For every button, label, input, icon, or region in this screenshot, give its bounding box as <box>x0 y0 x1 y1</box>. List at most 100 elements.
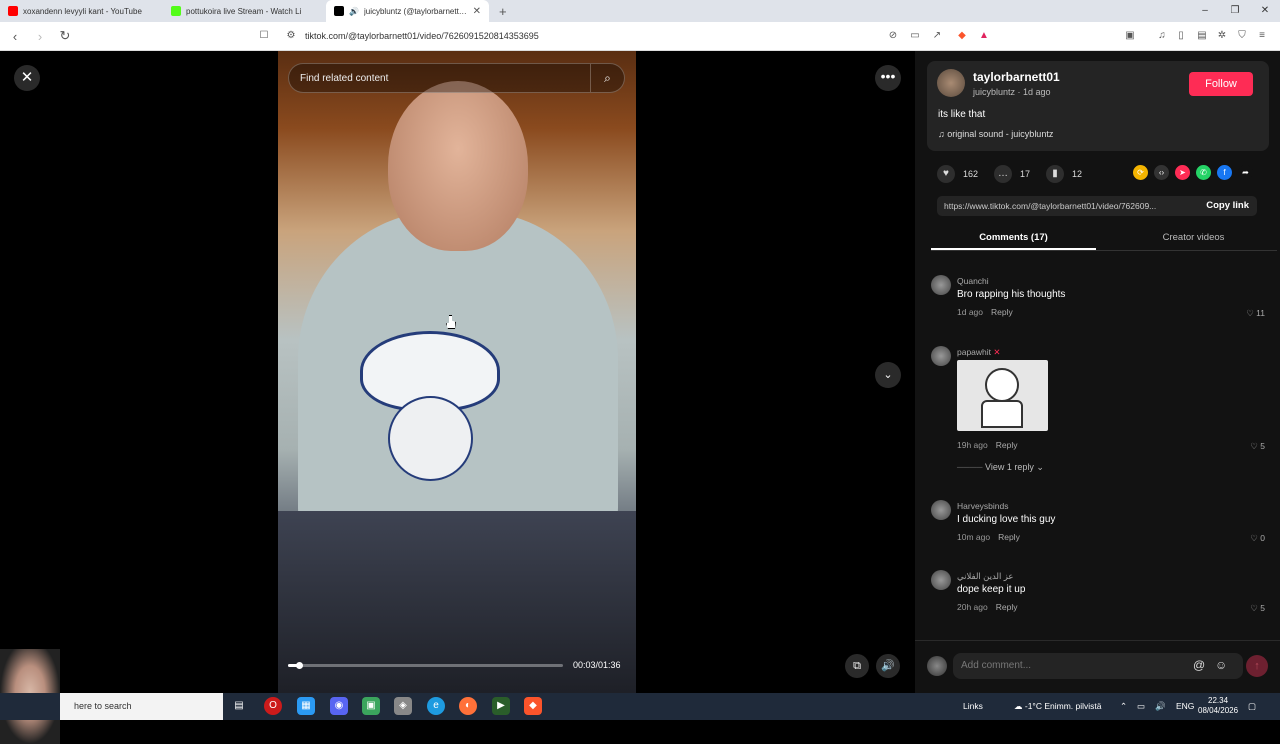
wallet-icon[interactable]: ▤ <box>1196 30 1208 42</box>
extensions-icon[interactable]: ✲ <box>1216 30 1228 42</box>
video-link[interactable]: https://www.tiktok.com/@taylorbarnett01/… <box>944 201 1189 211</box>
commenter-avatar[interactable] <box>931 570 951 590</box>
more-options-button[interactable]: ••• <box>875 65 901 91</box>
comment-sticker-image[interactable] <box>957 360 1048 431</box>
engagement-stats: ♥ 162 … 17 ▮ 12 <box>937 164 1090 184</box>
close-tab-icon[interactable]: ✕ <box>473 6 481 17</box>
reload-icon[interactable]: ↻ <box>55 28 75 44</box>
new-tab-button[interactable]: + <box>489 4 517 19</box>
maximize-button[interactable]: ❐ <box>1220 0 1250 22</box>
whatsapp-icon[interactable]: ✆ <box>1196 165 1211 180</box>
cast-icon[interactable]: ▭ <box>909 30 921 42</box>
embed-icon[interactable]: ‹› <box>1154 165 1169 180</box>
site-info-icon[interactable]: ⚙ <box>285 30 297 42</box>
emoji-icon[interactable]: ☺ <box>1215 658 1227 672</box>
browser-tab-kick[interactable]: pottukoira live Stream - Watch Li <box>163 0 326 22</box>
share-icon[interactable]: ↗ <box>931 30 943 42</box>
translate-icon[interactable]: ⊘ <box>887 30 899 42</box>
app-icon[interactable]: ▣ <box>362 697 380 715</box>
related-search-box[interactable]: Find related content ⌕ <box>288 63 625 93</box>
commenter-name[interactable]: Harveysbinds <box>957 501 1009 511</box>
system-clock[interactable]: 22.34 08/04/2026 <box>1198 696 1238 716</box>
edge-icon[interactable]: e <box>427 697 445 715</box>
vpn-icon[interactable]: ⛉ <box>1236 30 1248 42</box>
send-to-friends-icon[interactable]: ➤ <box>1175 165 1190 180</box>
sidebar-icon[interactable]: ▯ <box>1175 30 1187 42</box>
progress-handle[interactable] <box>296 662 303 669</box>
comment-like[interactable]: ♡ 0 <box>1250 533 1265 544</box>
app-icon[interactable]: ▶ <box>492 697 510 715</box>
reply-button[interactable]: Reply <box>998 532 1020 542</box>
user-avatar[interactable] <box>927 656 947 676</box>
commenter-name[interactable]: Quanchi <box>957 276 989 286</box>
heart-icon[interactable]: ♥ <box>937 165 955 183</box>
author-avatar[interactable] <box>937 69 965 97</box>
language-indicator[interactable]: ENG <box>1176 693 1194 720</box>
comment-like[interactable]: ♡ 5 <box>1250 441 1265 452</box>
taskbar-search[interactable]: here to search <box>60 693 223 720</box>
tray-chevron-icon[interactable]: ⌃ <box>1120 693 1127 720</box>
comment-icon[interactable]: … <box>994 165 1013 183</box>
floating-player-button[interactable]: ⧉ <box>845 654 869 678</box>
url-field[interactable]: tiktok.com/@taylorbarnett01/video/762609… <box>305 22 539 51</box>
browser-tab-youtube[interactable]: xoxandenn levyyli kant - YouTube <box>0 0 163 22</box>
commenter-name[interactable]: papawhit ✕ <box>957 347 1001 358</box>
notifications-icon[interactable]: ▢ <box>1248 693 1256 720</box>
brave-rewards-icon[interactable]: ▲ <box>978 30 990 42</box>
task-view-icon[interactable]: ▤ <box>230 697 248 715</box>
media-icon[interactable]: ♫ <box>1156 30 1168 42</box>
search-icon[interactable]: ⌕ <box>590 64 624 92</box>
comment-text: Bro rapping his thoughts <box>957 289 1066 300</box>
commenter-avatar[interactable] <box>931 500 951 520</box>
next-video-button[interactable]: ⌄ <box>875 362 901 388</box>
minimize-button[interactable]: – <box>1190 0 1220 22</box>
send-comment-button[interactable]: ↑ <box>1246 655 1268 677</box>
video-description: its like that <box>938 109 986 120</box>
author-name[interactable]: taylorbarnett01 <box>973 70 1060 84</box>
menu-icon[interactable]: ≡ <box>1256 30 1268 42</box>
browser-tab-tiktok[interactable]: 🔊 juicybluntz (@taylorbarnett01 ✕ <box>326 0 489 22</box>
tab-creator-videos[interactable]: Creator videos <box>1111 232 1276 243</box>
copy-link-button[interactable]: Copy link <box>1206 200 1249 211</box>
commenter-name[interactable]: عز الدين الفلاني <box>957 571 1014 582</box>
close-video-button[interactable]: ✕ <box>14 65 40 91</box>
volume-button[interactable]: 🔊 <box>876 654 900 678</box>
mention-icon[interactable]: @ <box>1193 658 1205 672</box>
volume-icon[interactable]: 🔊 <box>1155 693 1166 720</box>
back-icon[interactable]: ‹ <box>5 29 25 44</box>
brave-icon[interactable]: ◆ <box>524 697 542 715</box>
commenter-avatar[interactable] <box>931 346 951 366</box>
related-search-input[interactable]: Find related content <box>300 73 388 84</box>
follow-button[interactable]: Follow <box>1189 72 1253 96</box>
bookmark-icon[interactable]: ▮ <box>1046 165 1065 183</box>
firefox-icon[interactable]: ◐ <box>459 697 477 715</box>
video-player[interactable]: Find related content ⌕ 00:03/01:36 <box>278 51 636 693</box>
app-icon[interactable]: ◈ <box>394 697 412 715</box>
links-toolbar[interactable]: Links <box>963 693 983 720</box>
bookmark-icon[interactable]: ☐ <box>258 30 270 42</box>
forward-icon[interactable]: › <box>30 29 50 44</box>
app-icon[interactable]: ▦ <box>297 697 315 715</box>
sound-link[interactable]: ♫ original sound - juicybluntz <box>938 129 1053 139</box>
share-buttons: ⟳ ‹› ➤ ✆ f ➦ <box>1133 165 1253 180</box>
commenter-avatar[interactable] <box>931 275 951 295</box>
reader-icon[interactable]: ▣ <box>1124 30 1136 42</box>
tab-comments[interactable]: Comments (17) <box>931 232 1096 250</box>
comment-like[interactable]: ♡ 5 <box>1250 603 1265 614</box>
repost-icon[interactable]: ⟳ <box>1133 165 1148 180</box>
reply-button[interactable]: Reply <box>996 440 1018 450</box>
view-replies-button[interactable]: ──── View 1 reply ⌄ <box>957 462 1044 473</box>
network-icon[interactable]: ▭ <box>1137 693 1145 720</box>
opera-icon[interactable]: O <box>264 697 282 715</box>
weather-widget[interactable]: ☁ -1°C Enimm. pilvistä <box>1014 693 1101 720</box>
reply-button[interactable]: Reply <box>996 602 1018 612</box>
discord-icon[interactable]: ◉ <box>330 697 348 715</box>
brave-shields-icon[interactable]: ◆ <box>956 30 968 42</box>
more-share-icon[interactable]: ➦ <box>1238 165 1253 180</box>
close-window-button[interactable]: ✕ <box>1250 0 1280 22</box>
reply-button[interactable]: Reply <box>991 307 1013 317</box>
facebook-icon[interactable]: f <box>1217 165 1232 180</box>
comment-input[interactable]: Add comment... @ ☺ <box>953 653 1243 679</box>
progress-bar[interactable] <box>288 662 563 669</box>
comment-like[interactable]: ♡ 11 <box>1246 308 1265 319</box>
